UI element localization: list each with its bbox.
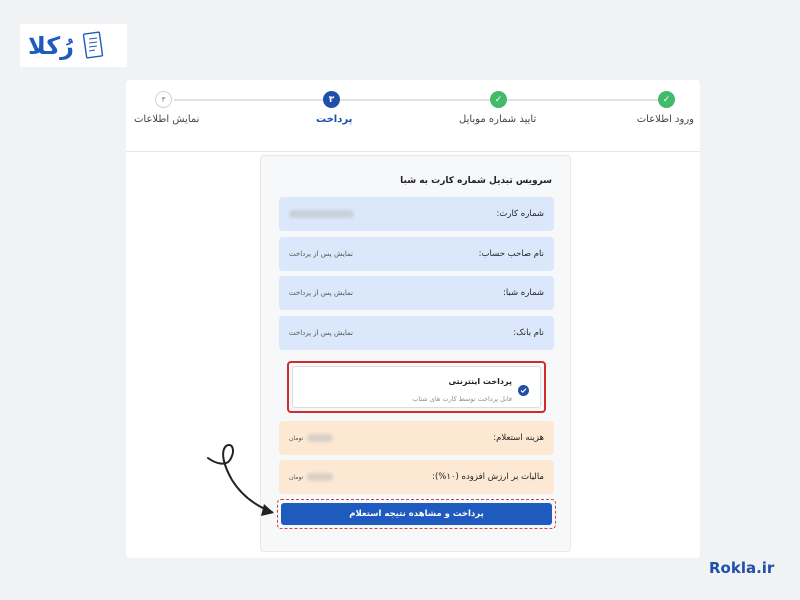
field-account-holder: نام صاحب حساب: نمایش پس از پرداخت	[279, 237, 554, 271]
step-1-label: ورود اطلاعات	[636, 114, 694, 125]
step-2-label: تایید شماره موبایل	[459, 114, 537, 125]
field-label: نام صاحب حساب:	[478, 249, 544, 259]
cost-masked-amount	[307, 434, 334, 442]
cost-value: تومان	[289, 473, 334, 481]
step-4-label: نمایش اطلاعات	[134, 114, 200, 125]
field-bank-name: نام بانک: نمایش پس از پرداخت	[279, 316, 554, 350]
field-label: شماره کارت:	[496, 209, 545, 219]
logo-text: رُکلا	[28, 31, 75, 60]
step-3-label: پرداخت	[316, 114, 353, 125]
field-card-number: شماره کارت:	[279, 197, 554, 231]
currency-unit: تومان	[289, 434, 304, 442]
cost-value: تومان	[289, 434, 334, 442]
payment-option-online[interactable]: پرداخت اینترنتی قابل پرداخت توسط کارت ها…	[292, 366, 541, 408]
inquiry-panel: سرویس تبدیل شماره کارت به شبا شماره کارت…	[260, 155, 571, 552]
payment-option-highlight: پرداخت اینترنتی قابل پرداخت توسط کارت ها…	[287, 361, 546, 413]
cost-vat: مالیات بر ارزش افزوده (۱۰%): تومان	[279, 460, 554, 494]
field-value: نمایش پس از پرداخت	[289, 250, 353, 258]
cost-label: مالیات بر ارزش افزوده (۱۰%):	[432, 472, 544, 482]
field-label: نام بانک:	[513, 328, 544, 338]
currency-unit: تومان	[289, 473, 304, 481]
annotation-arrow-icon	[207, 444, 274, 516]
payment-option-subtitle: قابل پرداخت توسط کارت های شتاب	[412, 395, 512, 403]
payment-option-title: پرداخت اینترنتی	[448, 377, 512, 386]
cost-label: هزینه استعلام:	[493, 433, 544, 443]
field-value: نمایش پس از پرداخت	[289, 329, 353, 337]
step-3-marker: ۳	[323, 91, 340, 108]
card-number-masked-value	[289, 210, 354, 218]
document-icon	[82, 30, 104, 59]
field-label: شماره شبا:	[502, 288, 544, 298]
pay-and-view-result-button[interactable]: پرداخت و مشاهده نتیجه استعلام	[281, 503, 552, 525]
cost-masked-amount	[307, 473, 334, 481]
step-1-check-icon: ✓	[658, 91, 675, 108]
stepper-track	[174, 99, 664, 101]
step-2-check-icon: ✓	[490, 91, 507, 108]
site-logo[interactable]: رُکلا	[20, 24, 127, 67]
submit-highlight: پرداخت و مشاهده نتیجه استعلام	[277, 499, 556, 529]
step-4-marker: ۴	[155, 91, 172, 108]
field-sheba-number: شماره شبا: نمایش پس از پرداخت	[279, 276, 554, 310]
brand-footer[interactable]: Rokla.ir	[709, 559, 774, 577]
radio-checked-icon[interactable]	[518, 385, 529, 396]
progress-stepper: ✓ ورود اطلاعات ✓ تایید شماره موبایل ۳ پر…	[126, 80, 700, 152]
cost-inquiry-fee: هزینه استعلام: تومان	[279, 421, 554, 455]
field-value: نمایش پس از پرداخت	[289, 289, 353, 297]
panel-title: سرویس تبدیل شماره کارت به شبا	[400, 176, 552, 186]
